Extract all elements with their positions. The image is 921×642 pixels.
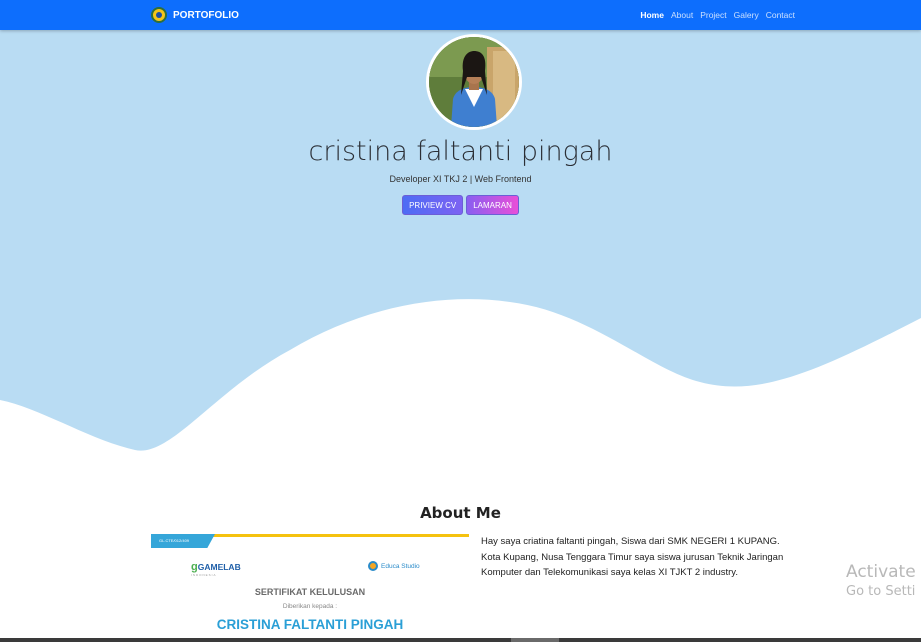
- brand-label: PORTOFOLIO: [173, 9, 239, 21]
- lamaran-button[interactable]: LAMARAN: [466, 195, 519, 215]
- nav-links: Home About Project Galery Contact: [633, 0, 795, 30]
- gamelab-logo: gGAMELAB INDONESIA: [191, 561, 241, 577]
- watermark-line-2: Go to Setti: [846, 584, 916, 599]
- gamelab-logo-sub: INDONESIA: [191, 573, 217, 577]
- nav-link-about[interactable]: About: [671, 10, 693, 20]
- navbar: PORTOFOLIO Home About Project Galery Con…: [0, 0, 921, 30]
- cert-heading: SERTIFIKAT KELULUSAN: [254, 587, 366, 597]
- nav-link-home[interactable]: Home: [640, 10, 664, 20]
- cert-given-to: Diberikan kepada :: [282, 603, 338, 610]
- hero-subtitle: Developer XI TKJ 2 | Web Frontend: [389, 174, 532, 184]
- school-logo-icon: [151, 7, 167, 23]
- nav-link-project[interactable]: Project: [700, 10, 726, 20]
- educa-studio-logo: Educa Studio: [368, 561, 420, 571]
- certificate-image: GL.CTE/012/409 gGAMELAB INDONESIA Educa …: [151, 533, 469, 642]
- hero-buttons: PRIVIEW CV LAMARAN: [0, 195, 921, 215]
- brand-link[interactable]: PORTOFOLIO: [151, 4, 239, 26]
- cert-number-tag: GL.CTE/012/409: [151, 534, 215, 548]
- cert-recipient: CRISTINA FALTANTI PINGAH: [216, 617, 404, 632]
- hero-name: cristina faltanti pingah: [308, 136, 613, 167]
- taskbar: [0, 638, 921, 642]
- about-title: About Me: [420, 504, 501, 522]
- educa-logo-icon: [368, 561, 378, 571]
- cert-accent-bar: [213, 534, 469, 537]
- watermark-line-1: Activate: [846, 562, 916, 582]
- educa-logo-text: Educa Studio: [381, 562, 420, 570]
- nav-link-galery[interactable]: Galery: [734, 10, 759, 20]
- gamelab-logo-text: GAMELAB: [197, 562, 241, 572]
- about-description: Hay saya criatina faltanti pingah, Siswa…: [481, 536, 784, 578]
- preview-cv-button[interactable]: PRIVIEW CV: [402, 195, 464, 215]
- profile-photo: [426, 34, 522, 130]
- gamelab-logo-icon: g: [191, 561, 198, 573]
- windows-activation-watermark: Activate Go to Setti: [846, 562, 916, 599]
- nav-link-contact[interactable]: Contact: [766, 10, 795, 20]
- taskbar-active-item[interactable]: [511, 638, 559, 642]
